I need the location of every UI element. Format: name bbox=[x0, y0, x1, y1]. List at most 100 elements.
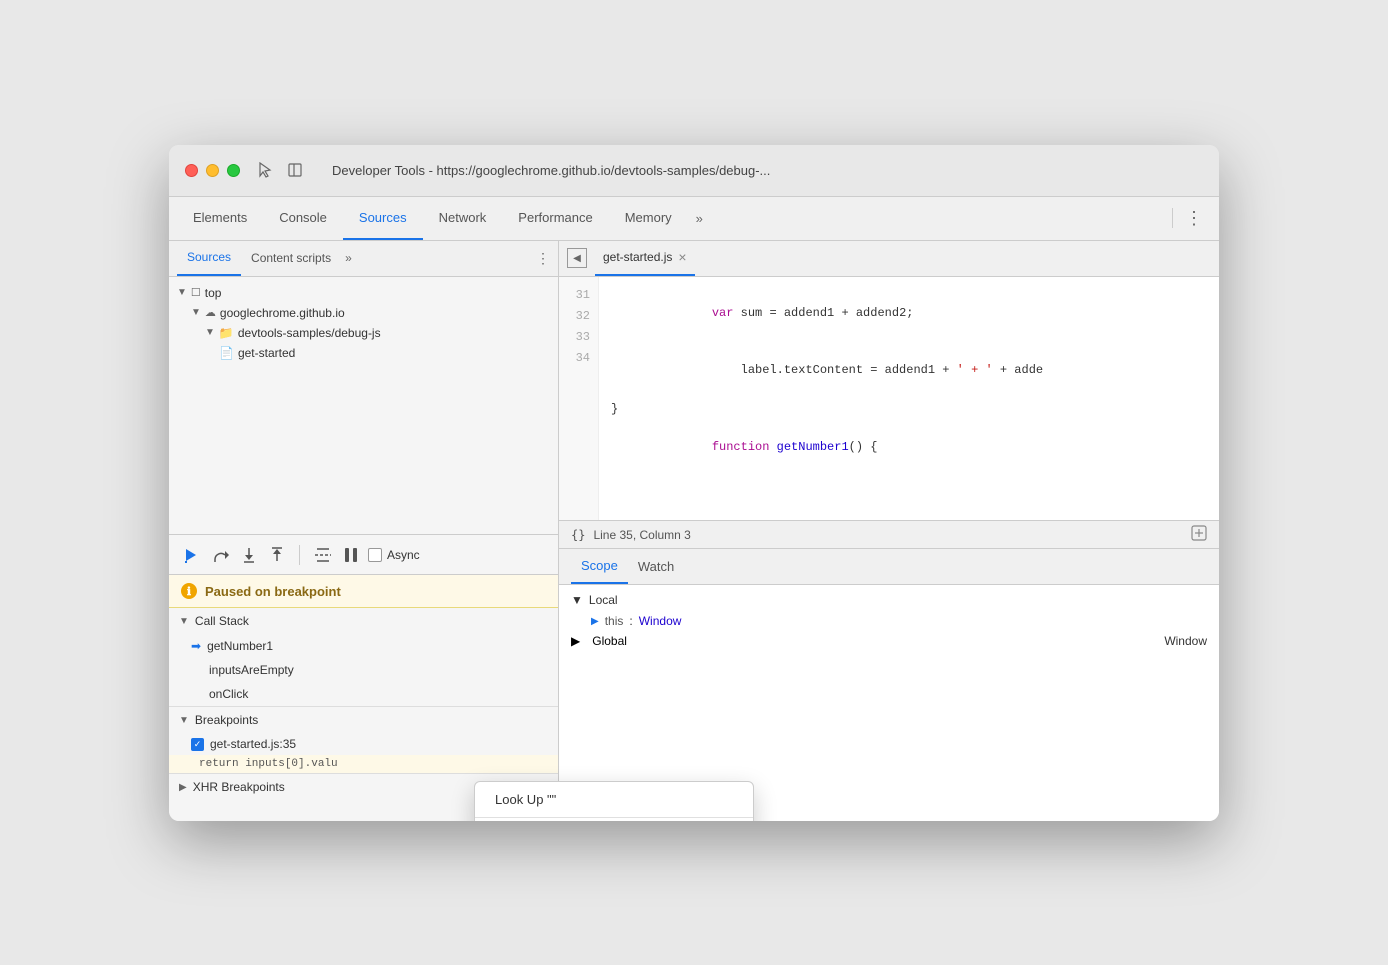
call-stack-item-1[interactable]: inputsAreEmpty bbox=[169, 658, 558, 682]
tab-console[interactable]: Console bbox=[263, 197, 343, 240]
call-stack-item-2[interactable]: onClick bbox=[169, 682, 558, 706]
panel-tab-sources[interactable]: Sources bbox=[177, 241, 241, 276]
tree-arrow-top: ▼ bbox=[177, 287, 187, 298]
tree-item-domain[interactable]: ▼ ☁ googlechrome.github.io bbox=[169, 303, 558, 323]
code-lines: 31 32 33 34 var sum = addend1 + addend2;… bbox=[559, 277, 1219, 521]
cursor-icon[interactable] bbox=[256, 161, 274, 179]
scope-tab-bar: Scope Watch bbox=[559, 549, 1219, 585]
context-menu: Look Up "" Restart Frame Copy Stack Trac… bbox=[474, 781, 754, 821]
more-options-icon[interactable]: ⋮ bbox=[1181, 208, 1207, 229]
deactivate-breakpoints-button[interactable] bbox=[312, 546, 334, 564]
right-panel: ◀ get-started.js × 31 32 33 34 bbox=[559, 241, 1219, 821]
title-bar-icons bbox=[256, 161, 304, 179]
scope-this-item[interactable]: ▶ this : Window bbox=[571, 611, 1207, 631]
tree-arrow-domain: ▼ bbox=[191, 307, 201, 318]
step-over-button[interactable] bbox=[209, 545, 231, 565]
breakpoint-notice: ℹ Paused on breakpoint bbox=[169, 575, 558, 608]
bp-code-preview: return inputs[0].valu bbox=[169, 755, 558, 773]
panel-tab-options[interactable]: ⋮ bbox=[536, 250, 550, 267]
editor-close-icon[interactable]: × bbox=[678, 250, 686, 264]
dock-icon[interactable] bbox=[286, 161, 304, 179]
tree-item-file[interactable]: 📄 get-started bbox=[169, 343, 558, 363]
editor-nav-icon[interactable]: ◀ bbox=[567, 248, 587, 268]
tree-arrow-folder: ▼ bbox=[205, 327, 215, 338]
code-area: 31 32 33 34 var sum = addend1 + addend2;… bbox=[559, 277, 1219, 549]
title-bar: Developer Tools - https://googlechrome.g… bbox=[169, 145, 1219, 197]
info-icon: ℹ bbox=[181, 583, 197, 599]
toolbar-separator bbox=[299, 545, 300, 565]
call-stack-header[interactable]: ▼ Call Stack bbox=[169, 608, 558, 634]
main-tab-bar: Elements Console Sources Network Perform… bbox=[169, 197, 1219, 241]
file-tree: ▼ ☐ top ▼ ☁ googlechrome.github.io ▼ 📁 d… bbox=[169, 277, 558, 535]
pause-button[interactable] bbox=[342, 545, 360, 565]
breakpoints-section: ▼ Breakpoints ✓ get-started.js:35 return… bbox=[169, 707, 558, 774]
folder-icon: 📁 bbox=[219, 326, 234, 340]
cloud-icon: ☁ bbox=[205, 306, 216, 319]
code-line-33: } bbox=[611, 400, 1207, 419]
global-scope-header[interactable]: ▶ Global Window bbox=[571, 631, 1207, 651]
panel-tab-content-scripts[interactable]: Content scripts bbox=[241, 241, 341, 276]
line-num-33: 33 bbox=[559, 327, 598, 348]
editor-file-tab[interactable]: get-started.js × bbox=[595, 241, 695, 276]
menu-item-lookup[interactable]: Look Up "" bbox=[475, 782, 753, 817]
code-line-32: label.textContent = addend1 + ' + ' + ad… bbox=[611, 342, 1207, 400]
scope-tab-watch[interactable]: Watch bbox=[628, 549, 684, 584]
devtools-window: Developer Tools - https://googlechrome.g… bbox=[169, 145, 1219, 821]
box-icon: ☐ bbox=[191, 286, 201, 299]
bp-checkbox[interactable]: ✓ bbox=[191, 738, 204, 751]
panel-tab-bar: Sources Content scripts » ⋮ bbox=[169, 241, 558, 277]
scope-item-arrow: ▶ bbox=[591, 616, 599, 627]
line-num-34: 34 bbox=[559, 348, 598, 369]
close-button[interactable] bbox=[185, 164, 198, 177]
call-stack-item-0[interactable]: ➡ getNumber1 bbox=[169, 634, 558, 658]
local-arrow: ▼ bbox=[571, 593, 583, 607]
global-arrow: ▶ bbox=[571, 634, 580, 648]
editor-header: ◀ get-started.js × bbox=[559, 241, 1219, 277]
code-status-bar: {} Line 35, Column 3 bbox=[559, 520, 1219, 548]
call-stack-section: ▼ Call Stack ➡ getNumber1 inputsAreEmpty… bbox=[169, 608, 558, 707]
resume-button[interactable] bbox=[181, 545, 201, 565]
left-panel: Sources Content scripts » ⋮ ▼ ☐ top ▼ ☁ bbox=[169, 241, 559, 821]
tab-sources[interactable]: Sources bbox=[343, 197, 423, 240]
tab-performance[interactable]: Performance bbox=[502, 197, 608, 240]
tab-network[interactable]: Network bbox=[423, 197, 503, 240]
tab-memory[interactable]: Memory bbox=[609, 197, 688, 240]
format-icon[interactable]: {} bbox=[571, 528, 585, 542]
tab-elements[interactable]: Elements bbox=[177, 197, 263, 240]
breakpoints-header[interactable]: ▼ Breakpoints bbox=[169, 707, 558, 733]
tab-separator bbox=[1172, 208, 1173, 228]
tab-more-button[interactable]: » bbox=[688, 197, 711, 240]
step-out-button[interactable] bbox=[267, 545, 287, 565]
scope-tab-scope[interactable]: Scope bbox=[571, 549, 628, 584]
breakpoint-item[interactable]: ✓ get-started.js:35 bbox=[169, 733, 558, 755]
line-num-31: 31 bbox=[559, 285, 598, 306]
tree-item-top[interactable]: ▼ ☐ top bbox=[169, 283, 558, 303]
local-scope-header[interactable]: ▼ Local bbox=[571, 593, 1207, 607]
call-stack-arrow: ▼ bbox=[179, 616, 189, 627]
debug-toolbar: Async bbox=[169, 535, 558, 575]
status-end-icon[interactable] bbox=[1191, 525, 1207, 544]
window-title: Developer Tools - https://googlechrome.g… bbox=[332, 163, 770, 178]
line-numbers: 31 32 33 34 bbox=[559, 277, 599, 521]
maximize-button[interactable] bbox=[227, 164, 240, 177]
main-content: Sources Content scripts » ⋮ ▼ ☐ top ▼ ☁ bbox=[169, 241, 1219, 821]
file-icon: 📄 bbox=[219, 346, 234, 360]
panel-tab-more[interactable]: » bbox=[341, 251, 356, 265]
breakpoints-arrow: ▼ bbox=[179, 715, 189, 726]
bp-label: ✓ get-started.js:35 bbox=[191, 737, 548, 751]
async-checkbox[interactable] bbox=[368, 548, 382, 562]
scope-panel: Scope Watch ▼ Local ▶ this : bbox=[559, 548, 1219, 821]
step-into-button[interactable] bbox=[239, 545, 259, 565]
tree-item-folder[interactable]: ▼ 📁 devtools-samples/debug-js bbox=[169, 323, 558, 343]
xhr-arrow: ▶ bbox=[179, 782, 187, 793]
code-content: var sum = addend1 + addend2; label.textC… bbox=[599, 277, 1219, 521]
menu-item-restart[interactable]: Restart Frame bbox=[475, 818, 753, 821]
code-line-31: var sum = addend1 + addend2; bbox=[611, 285, 1207, 343]
tab-bar-end: ⋮ bbox=[1168, 197, 1219, 240]
line-num-32: 32 bbox=[559, 306, 598, 327]
code-line-34: function getNumber1() { bbox=[611, 419, 1207, 477]
active-frame-icon: ➡ bbox=[191, 639, 201, 653]
async-toggle[interactable]: Async bbox=[368, 548, 420, 562]
traffic-lights bbox=[185, 164, 240, 177]
minimize-button[interactable] bbox=[206, 164, 219, 177]
